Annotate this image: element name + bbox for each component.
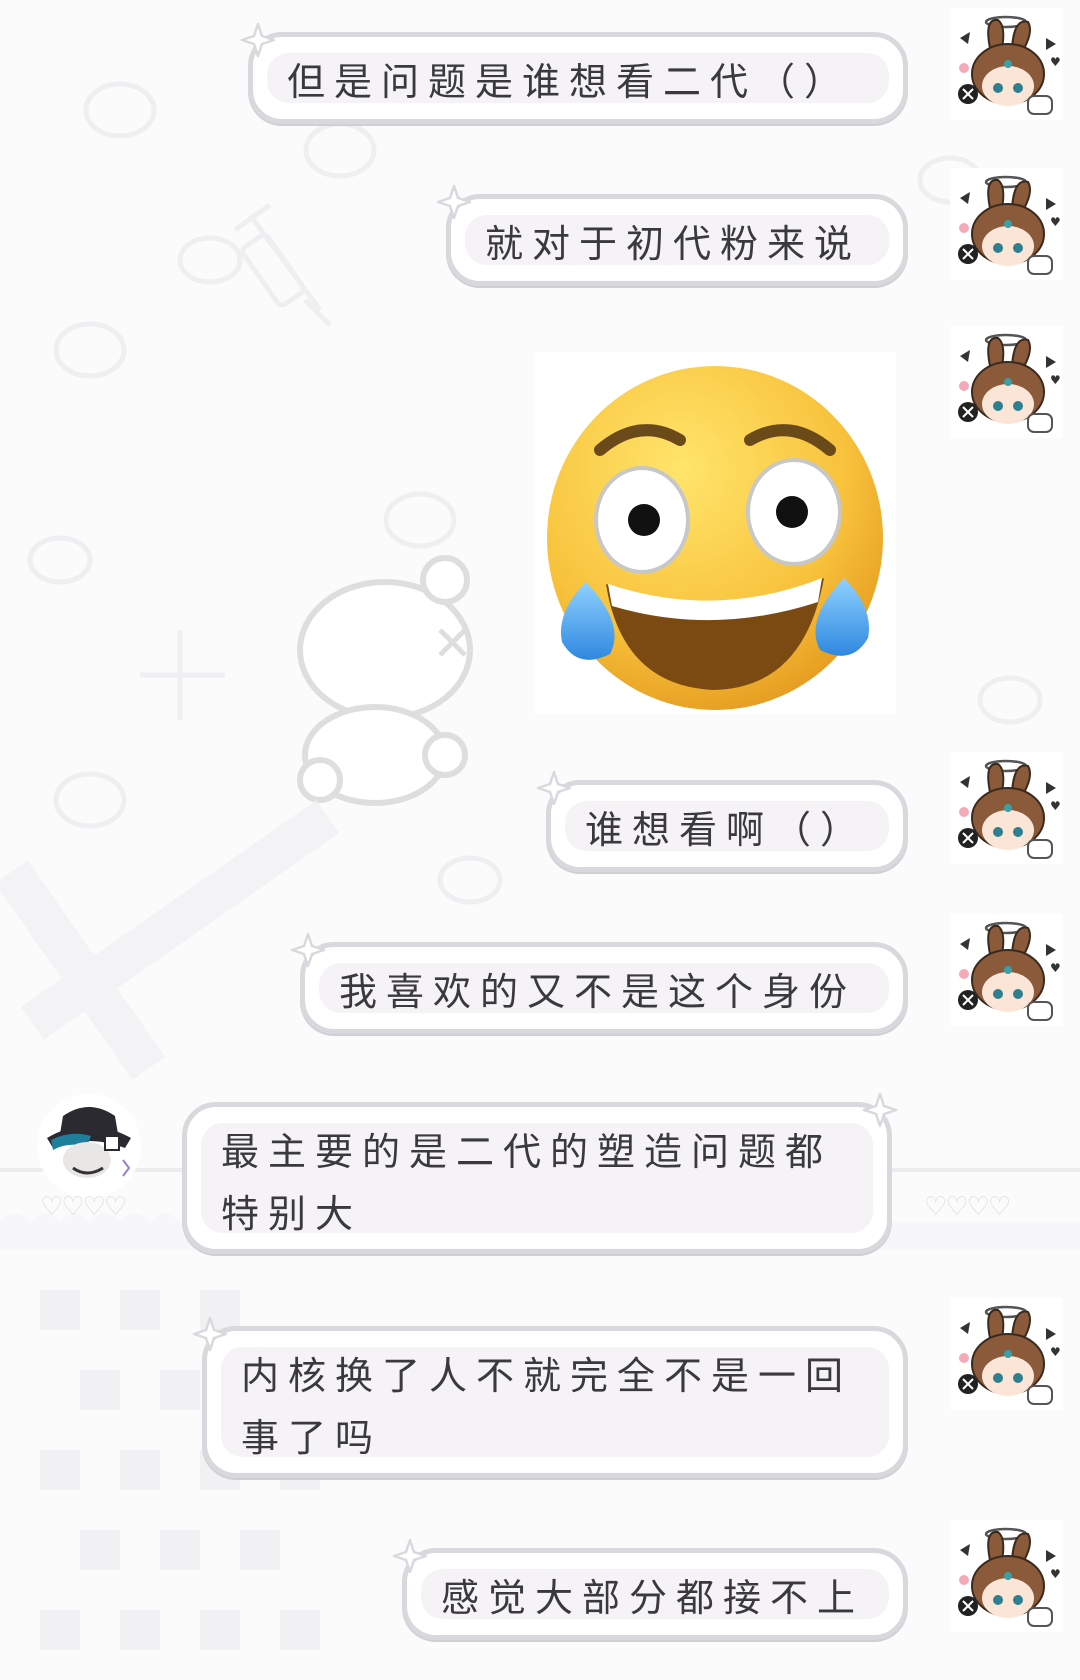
message-text: 但是问题是谁想看二代（） <box>287 60 852 104</box>
chat-bubble[interactable]: 我喜欢的又不是这个身份 <box>300 942 908 1034</box>
chat-bubble[interactable]: 感觉大部分都接不上 <box>402 1548 908 1640</box>
chat-bubble[interactable]: 内核换了人不就完全不是一回 事了吗 <box>202 1326 908 1478</box>
bunny-halo-avatar-icon[interactable] <box>950 168 1062 280</box>
sparkle-icon <box>290 932 326 968</box>
bunny-halo-avatar-icon[interactable] <box>950 1298 1062 1410</box>
bunny-halo-avatar-icon[interactable] <box>950 8 1062 120</box>
chat-bubble[interactable]: 最主要的是二代的塑造问题都 特别大 <box>182 1102 892 1254</box>
sparkle-icon <box>862 1092 898 1128</box>
chat-bubble[interactable]: 就对于初代粉来说 <box>446 194 908 286</box>
bunny-halo-avatar-icon[interactable] <box>950 1520 1062 1632</box>
sparkle-icon <box>192 1316 228 1352</box>
hat-character-avatar-icon[interactable] <box>30 1090 148 1202</box>
message-text: 就对于初代粉来说 <box>485 222 862 266</box>
sparkle-icon <box>240 22 276 58</box>
chat-bubble[interactable]: 但是问题是谁想看二代（） <box>248 32 908 124</box>
bunny-halo-avatar-icon[interactable] <box>950 326 1062 438</box>
message-text: 谁想看啊（） <box>585 808 868 852</box>
sparkle-icon <box>392 1538 428 1574</box>
hearts-decoration: ♡♡♡♡ <box>924 1192 1011 1222</box>
hearts-decoration: ♡♡♡♡ <box>40 1192 127 1222</box>
sparkle-icon <box>436 184 472 220</box>
message-text: 感觉大部分都接不上 <box>441 1576 865 1620</box>
sparkle-icon <box>536 770 572 806</box>
message-text: 我喜欢的又不是这个身份 <box>339 970 857 1014</box>
message-text: 最主要的是二代的塑造问题都 特别大 <box>221 1130 833 1236</box>
message-text: 内核换了人不就完全不是一回 事了吗 <box>241 1354 853 1460</box>
crying-laughing-emoji[interactable] <box>534 352 896 714</box>
bunny-halo-avatar-icon[interactable] <box>950 752 1062 864</box>
chat-bubble[interactable]: 谁想看啊（） <box>546 780 908 872</box>
bunny-halo-avatar-icon[interactable] <box>950 914 1062 1026</box>
